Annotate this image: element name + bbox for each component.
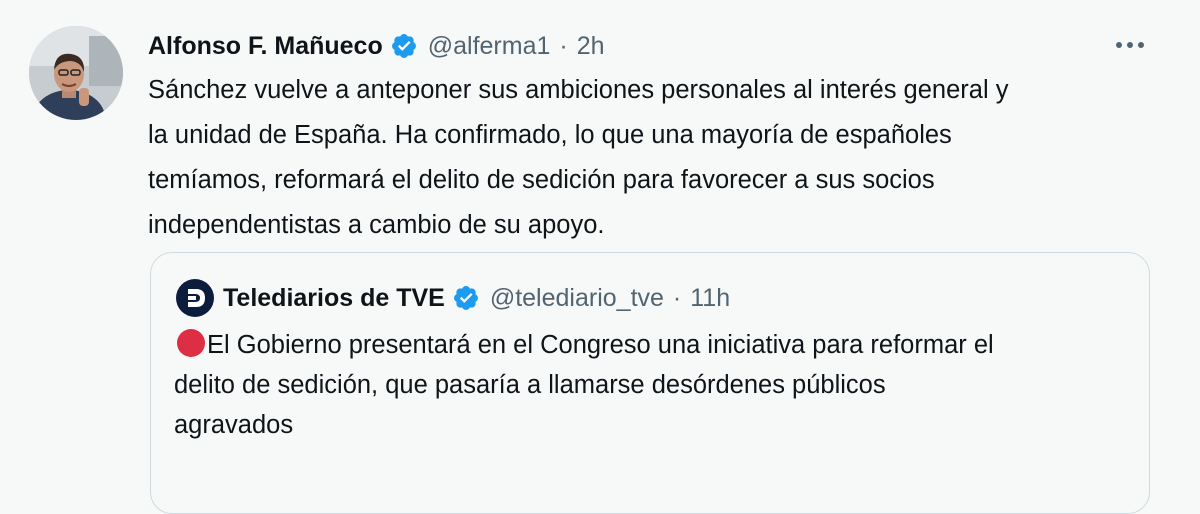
- quoted-tweet[interactable]: Telediarios de TVE @telediario_tve · 11h…: [150, 252, 1150, 514]
- red-circle-icon: [177, 329, 205, 357]
- avatar[interactable]: [29, 26, 123, 120]
- tweet-header: Alfonso F. Mañueco @alferma1 · 2h: [148, 28, 605, 64]
- tweet-text: Sánchez vuelve a anteponer sus ambicione…: [148, 68, 1168, 248]
- quoted-text-line-content: El Gobierno presentará en el Congreso un…: [207, 331, 994, 359]
- avatar-image: [29, 26, 123, 120]
- tweet[interactable]: Alfonso F. Mañueco @alferma1 · 2h Sánche…: [0, 0, 1200, 514]
- timestamp[interactable]: 2h: [577, 32, 605, 61]
- author-name[interactable]: Alfonso F. Mañueco: [148, 32, 383, 61]
- quoted-author-handle[interactable]: @telediario_tve: [490, 284, 664, 313]
- quoted-tweet-header: Telediarios de TVE @telediario_tve · 11h: [176, 279, 730, 317]
- quoted-tweet-text: El Gobierno presentará en el Congreso un…: [174, 325, 1134, 445]
- author-handle[interactable]: @alferma1: [428, 32, 551, 61]
- verified-badge-icon: [452, 284, 480, 312]
- separator-dot: ·: [559, 31, 568, 60]
- tve-logo-icon: [176, 279, 214, 317]
- quoted-text-line: delito de sedición, que pasaría a llamar…: [174, 371, 886, 399]
- more-options-icon[interactable]: [1112, 30, 1148, 60]
- quoted-text-line: El Gobierno presentará en el Congreso un…: [174, 325, 1134, 365]
- tweet-text-line: la unidad de España. Ha confirmado, lo q…: [148, 121, 952, 149]
- separator-dot: ·: [672, 283, 682, 312]
- tweet-text-line: independentistas a cambio de su apoyo.: [148, 211, 605, 239]
- tweet-text-line: Sánchez vuelve a anteponer sus ambicione…: [148, 76, 1009, 104]
- quoted-author-name[interactable]: Telediarios de TVE: [223, 284, 445, 313]
- quoted-timestamp[interactable]: 11h: [690, 284, 730, 313]
- quoted-text-line: agravados: [174, 411, 294, 439]
- verified-badge-icon: [390, 32, 418, 60]
- tweet-text-line: temíamos, reformará el delito de sedició…: [148, 166, 935, 194]
